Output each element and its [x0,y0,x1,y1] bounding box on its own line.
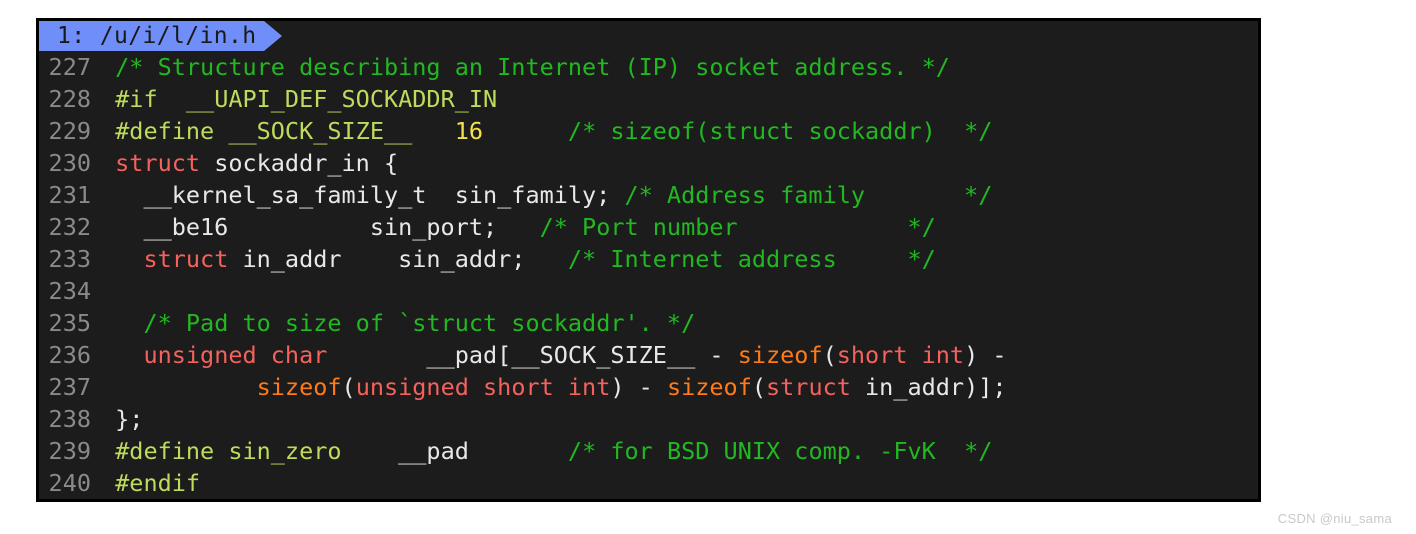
line-text: /* Structure describing an Internet (IP)… [101,51,950,83]
line-text: unsigned char __pad[__SOCK_SIZE__ - size… [101,339,1007,371]
token-plain: in_addr sin_addr; [228,245,526,273]
line-number: 240 [48,469,91,497]
token-plain: }; [101,405,144,433]
line-number: 227 [48,53,91,81]
tab-in-h[interactable]: 1: /u/i/l/in.h [39,21,283,51]
code-line[interactable]: 227 /* Structure describing an Internet … [39,51,1258,83]
code-line[interactable]: 230 struct sockaddr_in { [39,147,1258,179]
token-plain: __pad [341,437,469,465]
token-comment: /* Pad to size of `struct sockaddr'. */ [143,309,696,337]
line-number: 238 [48,405,91,433]
token-type: struct [766,373,851,401]
line-text: __be16 sin_port; /* Port number */ [101,211,936,243]
code-line[interactable]: 228 #if __UAPI_DEF_SOCKADDR_IN [39,83,1258,115]
token-comment: /* Structure describing an Internet (IP)… [115,53,950,81]
token-comment: /* Port number */ [497,213,936,241]
code-line[interactable]: 233 struct in_addr sin_addr; /* Internet… [39,243,1258,275]
line-text: struct sockaddr_in { [101,147,398,179]
line-number: 233 [48,245,91,273]
tab-label: 1: /u/i/l/in.h [57,23,257,49]
token-func: sizeof [256,373,342,401]
line-text: __kernel_sa_family_t sin_family; /* Addr… [101,179,992,211]
token-type: short int [836,341,965,369]
token-type: unsigned short int [355,373,611,401]
watermark: CSDN @niu_sama [1277,511,1392,526]
line-number: 228 [48,85,91,113]
line-number: 230 [48,149,91,177]
terminal-window: 1: /u/i/l/in.h 227 /* Structure describi… [36,18,1261,502]
code-line[interactable]: 229 #define __SOCK_SIZE__ 16 /* sizeof(s… [39,115,1258,147]
line-number: 229 [48,117,91,145]
token-plain: __kernel_sa_family_t sin_family; [101,181,611,209]
token-comment: /* for BSD UNIX comp. -FvK */ [567,437,993,465]
line-text: #if __UAPI_DEF_SOCKADDR_IN [101,83,497,115]
token-plain: in_addr)]; [850,373,1007,401]
token-type: unsigned char [143,341,328,369]
line-text: /* Pad to size of `struct sockaddr'. */ [101,307,695,339]
line-text: struct in_addr sin_addr; /* Internet add… [101,243,936,275]
line-number: 231 [48,181,91,209]
code-line[interactable]: 231 __kernel_sa_family_t sin_family; /* … [39,179,1258,211]
line-number: 236 [48,341,91,369]
code-line[interactable]: 234 [39,275,1258,307]
token-plain: __be16 sin_port; [101,213,498,241]
line-number: 235 [48,309,91,337]
token-comment: /* sizeof(struct sockaddr) */ [567,117,993,145]
code-line[interactable]: 238 }; [39,403,1258,435]
tab-body: 1: /u/i/l/in.h [39,21,265,51]
editor-tabline: 1: /u/i/l/in.h [39,21,1258,51]
code-line[interactable]: 240 #endif [39,467,1258,499]
code-area[interactable]: 227 /* Structure describing an Internet … [39,51,1258,499]
line-number: 232 [48,213,91,241]
token-number: 16 [454,117,484,145]
token-plain: sockaddr_in { [200,149,399,177]
token-func: sizeof [666,373,752,401]
token-plain: __pad[__SOCK_SIZE__ - [327,341,738,369]
token-type: struct [143,245,229,273]
line-text: sizeof(unsigned short int) - sizeof(stru… [101,371,1007,403]
token-plain: ) - [610,373,667,401]
token-plain: ( [341,373,356,401]
line-text: #define __SOCK_SIZE__ 16 /* sizeof(struc… [101,115,992,147]
code-line[interactable]: 235 /* Pad to size of `struct sockaddr'.… [39,307,1258,339]
token-comment: /* Internet address */ [525,245,936,273]
code-line[interactable]: 239 #define sin_zero __pad /* for BSD UN… [39,435,1258,467]
token-plain: ( [751,373,766,401]
line-text: #define sin_zero __pad /* for BSD UNIX c… [101,435,992,467]
token-func: sizeof [737,341,823,369]
line-number: 239 [48,437,91,465]
token-plain: ) - [964,341,1007,369]
token-preproc: #define sin_zero [115,437,342,465]
line-text: }; [101,403,143,435]
line-number: 234 [48,277,91,305]
token-type: struct [115,149,201,177]
line-number: 237 [48,373,91,401]
token-comment: /* Address family */ [610,181,993,209]
code-line[interactable]: 236 unsigned char __pad[__SOCK_SIZE__ - … [39,339,1258,371]
token-plain: ( [822,341,837,369]
token-preproc: #define __SOCK_SIZE__ [115,117,413,145]
line-text: #endif [101,467,200,499]
code-line[interactable]: 232 __be16 sin_port; /* Port number */ [39,211,1258,243]
code-line[interactable]: 237 sizeof(unsigned short int) - sizeof(… [39,371,1258,403]
tab-arrow-icon [264,21,283,51]
token-preproc: #if __UAPI_DEF_SOCKADDR_IN [115,85,498,113]
token-preproc: #endif [115,469,201,497]
